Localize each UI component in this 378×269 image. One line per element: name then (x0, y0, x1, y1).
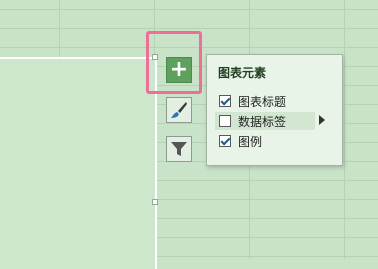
checkbox-chart-title[interactable] (219, 95, 231, 107)
highlight-add-button (146, 31, 202, 94)
checkbox-legend[interactable] (219, 135, 231, 147)
checkbox-data-labels[interactable] (219, 115, 231, 127)
chart-area[interactable] (0, 57, 157, 269)
option-chart-title-label: 图表标题 (238, 94, 287, 109)
data-labels-expand-button[interactable] (314, 112, 330, 128)
funnel-icon (171, 142, 187, 156)
option-data-labels[interactable]: 数据标签 (215, 112, 315, 130)
chart-resize-handle-right[interactable] (152, 199, 158, 205)
triangle-right-icon (319, 115, 325, 125)
chart-filters-button[interactable] (166, 136, 192, 162)
panel-title: 图表元素 (218, 66, 267, 80)
option-legend[interactable]: 图例 (219, 132, 262, 150)
chart-styles-button[interactable] (166, 97, 192, 123)
option-data-labels-label: 数据标签 (238, 114, 287, 129)
paintbrush-icon (171, 102, 187, 118)
chart-elements-panel: 图表元素 图表标题 数据标签 图例 (206, 54, 343, 166)
option-chart-title[interactable]: 图表标题 (219, 92, 286, 110)
option-legend-label: 图例 (238, 134, 263, 149)
